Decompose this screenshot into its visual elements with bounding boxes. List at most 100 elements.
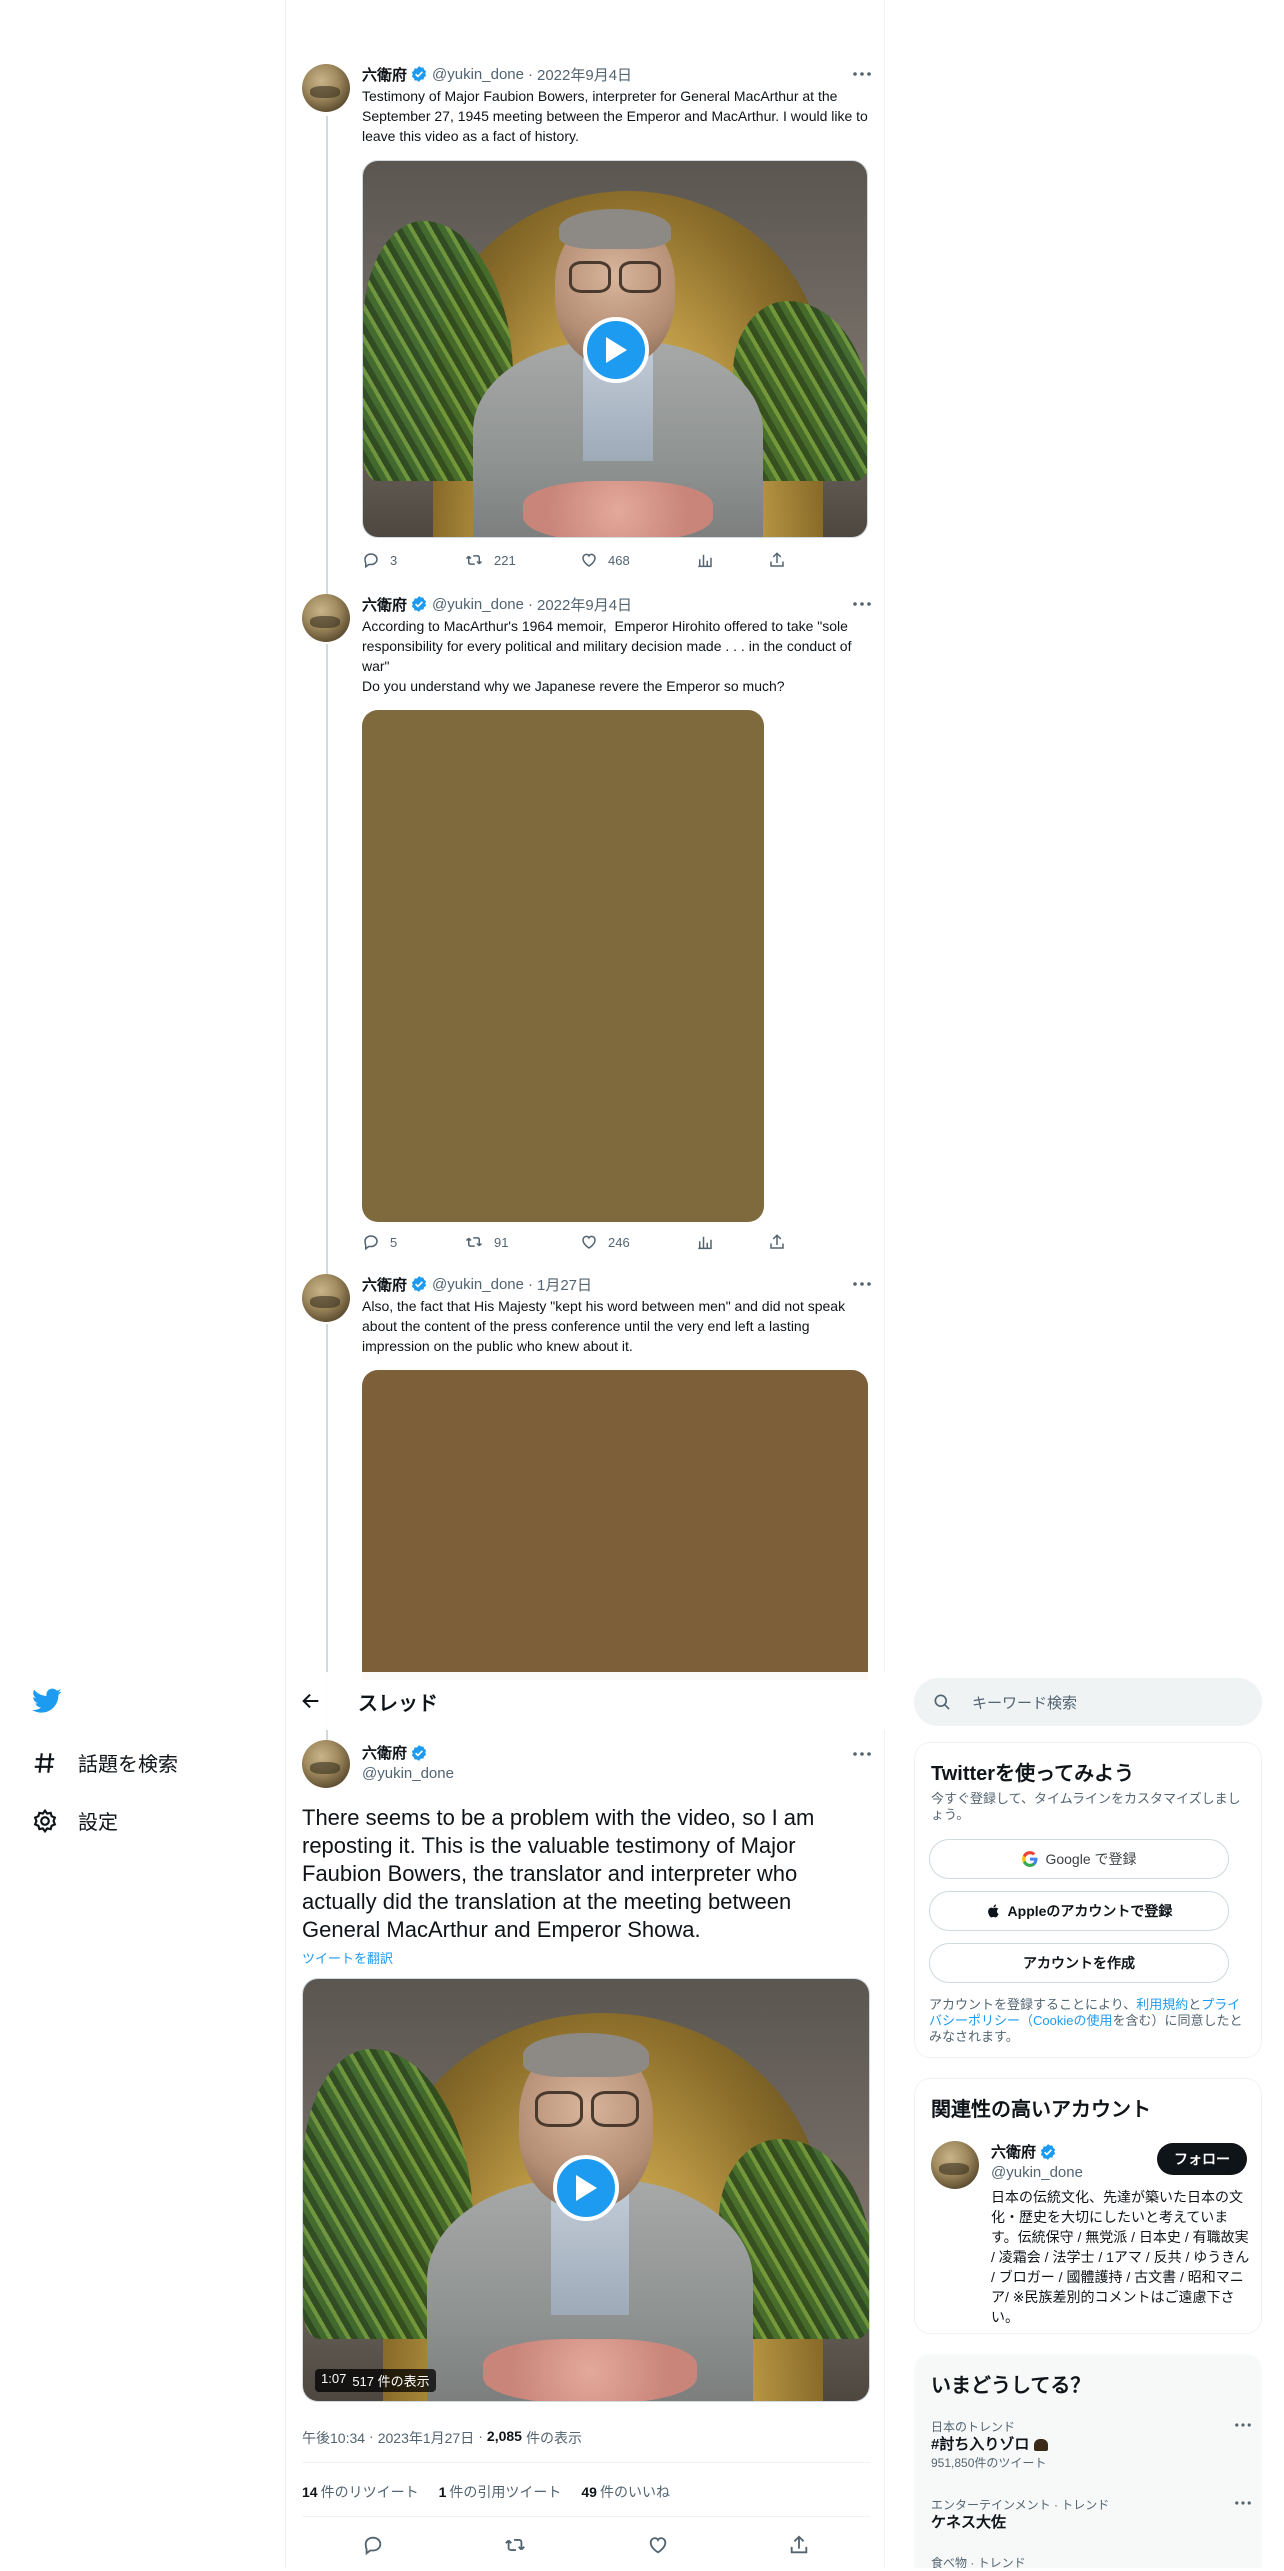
play-button[interactable]: [583, 317, 649, 383]
tweet-image[interactable]: [362, 1370, 868, 1680]
tweet-author-name[interactable]: 六衛府: [362, 64, 407, 85]
trends-card: いまどうしてる？ 日本のトレンド #討ち入りゾロ 951,850件のツイート エ…: [914, 2354, 1262, 2571]
verified-badge-icon: [411, 1744, 427, 1761]
create-account-button[interactable]: アカウントを作成: [929, 1943, 1229, 1983]
search-input[interactable]: キーワード検索: [972, 1692, 1077, 1713]
tweet-date[interactable]: 2022年9月4日: [537, 64, 632, 85]
reply-button[interactable]: 3: [362, 550, 397, 570]
follow-button[interactable]: フォロー: [1157, 2143, 1247, 2175]
tweet-date[interactable]: 2022年9月4日: [537, 594, 632, 615]
more-dots-icon: [853, 1752, 871, 1756]
tweet-time[interactable]: 午後10:34: [302, 2428, 365, 2448]
trends-title: いまどうしてる？: [931, 2375, 1091, 2397]
back-button[interactable]: [300, 1690, 322, 1712]
like-count: 246: [608, 1234, 630, 1250]
tweet-handle[interactable]: @yukin_done: [362, 1765, 454, 1782]
tweet[interactable]: 六衛府 @yukin_done · 2022年9月4日 Testimony of…: [286, 0, 886, 580]
retweets-stat[interactable]: 14 件のリツイート: [302, 2482, 419, 2502]
verified-badge-icon: [411, 596, 427, 612]
tweet-image[interactable]: [362, 710, 764, 1222]
retweet-button[interactable]: [503, 2534, 527, 2556]
translate-tweet-link[interactable]: ツイートを翻訳: [302, 1948, 393, 1967]
tweet-text: According to MacArthur's 1964 memoir, Em…: [362, 618, 852, 694]
video-player[interactable]: 1:07 517 件の表示: [302, 1978, 870, 2402]
trend-item[interactable]: エンターテインメント · トレンド ケネス大佐: [931, 2497, 1251, 2533]
reply-button[interactable]: 5: [362, 1232, 397, 1252]
nav-explore[interactable]: 話題を検索: [32, 1748, 178, 1777]
account-info[interactable]: 六衛府 @yukin_done: [991, 2141, 1083, 2181]
retweet-button[interactable]: 221: [464, 550, 516, 570]
share-icon: [770, 552, 784, 567]
more-options-button[interactable]: [852, 594, 872, 614]
like-button[interactable]: 468: [580, 550, 630, 570]
twitter-logo[interactable]: [32, 1688, 64, 1716]
tweet-author-name[interactable]: 六衛府: [362, 594, 407, 615]
retweet-icon: [505, 2539, 526, 2551]
relevant-accounts-card: 関連性の高いアカウント 六衛府 @yukin_done フォロー 日本の伝統文化…: [914, 2078, 1262, 2334]
reply-button[interactable]: [362, 2534, 384, 2556]
account-handle[interactable]: @yukin_done: [991, 2164, 1083, 2181]
play-button[interactable]: [553, 2155, 619, 2221]
like-button[interactable]: 246: [580, 1232, 630, 1252]
main-tweet: 六衛府 @yukin_done There seems to be a prob…: [286, 1730, 886, 2568]
tweet-date[interactable]: 1月27日: [537, 1274, 592, 1295]
share-icon: [791, 2535, 808, 2554]
tweet[interactable]: 六衛府 @yukin_done · 1月27日 Also, the fact t…: [286, 1260, 886, 1680]
analytics-button[interactable]: [696, 550, 714, 570]
tweet-handle[interactable]: @yukin_done: [432, 66, 524, 83]
avatar[interactable]: [931, 2141, 979, 2189]
account-name[interactable]: 六衛府: [991, 2141, 1036, 2162]
page-title: スレッド: [358, 1692, 438, 1715]
search-bar[interactable]: キーワード検索: [914, 1678, 1262, 1726]
avatar[interactable]: [302, 64, 350, 112]
more-options-button[interactable]: [852, 1744, 872, 1764]
tweet-full-date[interactable]: 2023年1月27日: [378, 2428, 475, 2448]
trend-emoji-icon: [1033, 2439, 1048, 2452]
more-options-button[interactable]: [852, 1274, 872, 1294]
share-button[interactable]: [768, 1232, 786, 1252]
more-dots-icon: [1235, 2501, 1251, 2505]
retweet-button[interactable]: 91: [464, 1232, 508, 1252]
apple-signup-label: Appleのアカウントで登録: [1007, 1903, 1173, 1919]
tweet-header: 六衛府 @yukin_done · 2022年9月4日: [362, 64, 632, 84]
trend-item[interactable]: 日本のトレンド #討ち入りゾロ 951,850件のツイート: [931, 2419, 1251, 2471]
arrow-left-icon: [302, 1693, 319, 1709]
share-button[interactable]: [788, 2534, 810, 2556]
avatar[interactable]: [302, 1740, 350, 1788]
verified-badge-icon: [411, 66, 427, 82]
like-button[interactable]: [647, 2534, 669, 2556]
trend-count: 951,850件のツイート: [931, 2456, 1047, 2470]
likes-stat[interactable]: 49 件のいいね: [581, 2482, 670, 2502]
tweet-handle[interactable]: @yukin_done: [432, 596, 524, 613]
tweet-stats: 14 件のリツイート 1 件の引用ツイート 49 件のいいね: [302, 2482, 670, 2502]
terms-link[interactable]: 利用規約: [1136, 1997, 1188, 2012]
retweet-icon: [465, 1237, 483, 1247]
views-count: 2,085: [486, 2428, 522, 2444]
analytics-button[interactable]: [696, 1232, 714, 1252]
trend-more-button[interactable]: [1235, 2501, 1251, 2505]
avatar[interactable]: [302, 1274, 350, 1322]
heart-icon: [649, 2537, 667, 2554]
video-player[interactable]: [362, 160, 868, 538]
google-icon: [1022, 1851, 1038, 1867]
apple-signup-button[interactable]: Appleのアカウントで登録: [929, 1891, 1229, 1931]
nav-settings[interactable]: 設定: [32, 1806, 118, 1835]
trend-item[interactable]: 食べ物 · トレンド: [931, 2555, 1251, 2571]
google-signup-button[interactable]: Google で登録: [929, 1839, 1229, 1879]
quotes-stat[interactable]: 1 件の引用ツイート: [439, 2482, 562, 2502]
more-dots-icon: [853, 1282, 871, 1286]
nav-explore-label: 話題を検索: [78, 1754, 178, 1776]
trend-more-button[interactable]: [1235, 2423, 1251, 2427]
tweet-handle[interactable]: @yukin_done: [432, 1276, 524, 1293]
share-button[interactable]: [768, 550, 786, 570]
tweet-author-name[interactable]: 六衛府: [362, 1274, 407, 1295]
reply-icon: [364, 2536, 382, 2556]
avatar[interactable]: [302, 594, 350, 642]
author-block[interactable]: 六衛府 @yukin_done: [362, 1742, 454, 1782]
tweet-author-name[interactable]: 六衛府: [362, 1742, 407, 1763]
tweet-timestamp: 午後10:34 · 2023年1月27日 · 2,085 件の表示: [302, 2428, 582, 2448]
tweet[interactable]: 六衛府 @yukin_done · 2022年9月4日 According to…: [286, 580, 886, 1260]
play-icon: [606, 337, 627, 363]
more-options-button[interactable]: [852, 64, 872, 84]
like-count: 468: [608, 552, 630, 568]
